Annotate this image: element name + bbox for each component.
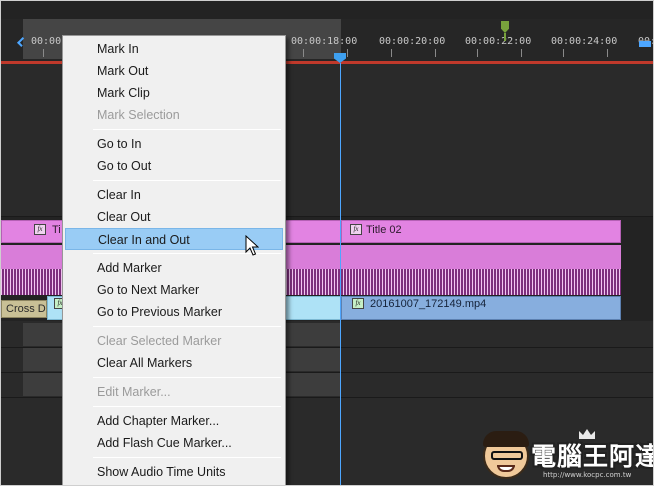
mascot-mouth — [497, 465, 515, 472]
menu-item-add-chapter-marker[interactable]: Add Chapter Marker... — [65, 410, 283, 432]
clip-label: Ti — [52, 224, 61, 236]
menu-item-clear-in[interactable]: Clear In — [65, 184, 283, 206]
menu-item-show-audio-time-units[interactable]: Show Audio Time Units — [65, 461, 283, 483]
mouse-cursor-icon — [245, 235, 259, 256]
ruler-label: 00:00:22:00 — [465, 36, 532, 47]
ruler-label: 00:00:18:00 — [291, 36, 358, 47]
menu-item-go-to-previous-marker[interactable]: Go to Previous Marker — [65, 301, 283, 323]
menu-item-clear-selected-marker: Clear Selected Marker — [97, 334, 222, 348]
ruler-label: 00:00:24:00 — [551, 36, 618, 47]
fx-icon: fx — [350, 224, 362, 235]
mascot-hair — [483, 431, 529, 447]
playhead-line[interactable] — [340, 63, 341, 485]
fx-icon: fx — [34, 224, 46, 235]
mascot-face-icon — [483, 431, 529, 479]
ruler-tick — [521, 49, 522, 57]
menu-separator — [93, 377, 281, 378]
menu-separator — [93, 326, 281, 327]
clip-label: 20161007_172149.mp4 — [370, 298, 487, 310]
watermark-logo: 電腦王阿達 http://www.kocpc.com.tw — [479, 429, 654, 485]
ruler-tick — [435, 49, 436, 57]
ruler-tick — [563, 49, 564, 57]
mascot-glasses — [491, 451, 523, 460]
menu-separator — [93, 180, 281, 181]
ruler-tick — [303, 49, 304, 57]
screenshot-frame: 00:00 00:00:18:00 00:00:20:00 00:00:22:0… — [0, 0, 654, 486]
ruler-label: 00:00 — [31, 36, 62, 47]
menu-separator — [93, 406, 281, 407]
context-menu: Mark In Mark Out Mark Clip Mark Selection Go… — [62, 35, 286, 485]
ruler-tick — [347, 49, 348, 57]
watermark-text: 電腦王阿達 — [531, 442, 654, 471]
ruler-tick — [43, 49, 44, 57]
menu-item-clear-out[interactable]: Clear Out — [65, 206, 283, 228]
menu-item-mark-out[interactable]: Mark Out — [65, 60, 283, 82]
transition-clip[interactable]: Cross D — [1, 300, 47, 318]
menu-separator — [93, 129, 281, 130]
menu-item-clear-all-markers[interactable]: Clear All Markers — [65, 352, 283, 374]
watermark-url: http://www.kocpc.com.tw — [543, 471, 632, 479]
zoom-handle-right-icon[interactable] — [639, 41, 651, 47]
menu-item-go-to-in[interactable]: Go to In — [65, 133, 283, 155]
menu-item-mark-clip[interactable]: Mark Clip — [65, 82, 283, 104]
ruler-tick — [607, 49, 608, 57]
ruler-label: 00:00:20:00 — [379, 36, 446, 47]
clip-label: Title 02 — [366, 224, 402, 236]
menu-item-mark-selection: Mark Selection — [97, 108, 180, 122]
menu-item-add-marker[interactable]: Add Marker — [65, 257, 283, 279]
video-clip-main[interactable]: fx 20161007_172149.mp4 — [341, 296, 621, 320]
menu-item-go-to-out[interactable]: Go to Out — [65, 155, 283, 177]
menu-item-edit-marker: Edit Marker... — [97, 385, 171, 399]
title-clip-right[interactable]: fx Title 02 — [341, 220, 621, 243]
fx-icon: fx — [352, 298, 364, 309]
ruler-tick — [391, 49, 392, 57]
menu-item-mark-in[interactable]: Mark In — [65, 38, 283, 60]
menu-separator — [93, 457, 281, 458]
marker-stem — [504, 33, 506, 41]
ruler-tick — [477, 49, 478, 57]
menu-item-go-to-next-marker[interactable]: Go to Next Marker — [65, 279, 283, 301]
menu-item-add-flash-cue-marker[interactable]: Add Flash Cue Marker... — [65, 432, 283, 454]
